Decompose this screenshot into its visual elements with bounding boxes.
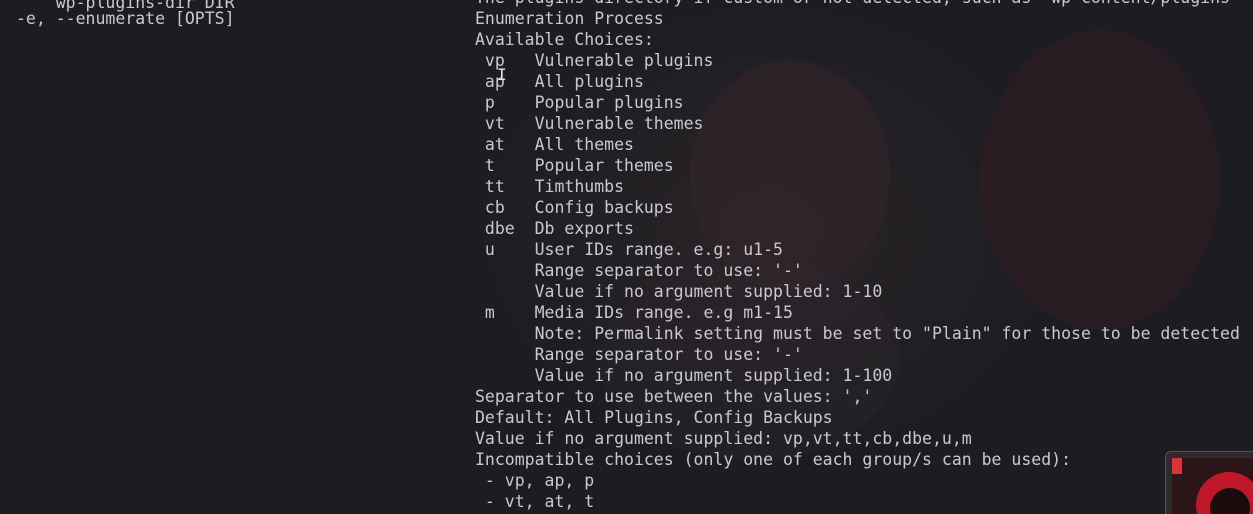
- option-description-line: The plugins directory if custom or not d…: [475, 0, 1240, 8]
- option-description-line: Enumeration Process: [475, 9, 664, 28]
- choice-line-at: at All themes: [475, 135, 634, 154]
- choice-detail-line: Range separator to use: '-': [475, 345, 803, 364]
- choice-detail-line: Note: Permalink setting must be set to "…: [475, 324, 1240, 343]
- choice-detail-line: Range separator to use: '-': [475, 261, 803, 280]
- choice-line-t: t Popular themes: [475, 156, 674, 175]
- thumbnail-accent: [1172, 458, 1182, 474]
- option-name-enumerate: -e, --enumerate [OPTS]: [16, 9, 235, 28]
- option-description-line: Default: All Plugins, Config Backups: [475, 408, 833, 427]
- option-description-line: Incompatible choices (only one of each g…: [475, 450, 1072, 469]
- app-thumbnail-icon[interactable]: [1165, 451, 1253, 514]
- option-description-line: Available Choices:: [475, 30, 654, 49]
- choice-line-p: p Popular plugins: [475, 93, 684, 112]
- choice-detail-line: Value if no argument supplied: 1-10: [475, 282, 883, 301]
- option-description-line: Value if no argument supplied: vp,vt,tt,…: [475, 429, 972, 448]
- option-description-line: Separator to use between the values: ',': [475, 387, 873, 406]
- choice-line-cb: cb Config backups: [475, 198, 674, 217]
- thumbnail-image: [1172, 458, 1253, 514]
- choice-line-vt: vt Vulnerable themes: [475, 114, 704, 133]
- text-cursor-icon: I: [497, 65, 507, 84]
- incompatible-group-line: - vp, ap, p: [475, 471, 595, 490]
- choice-detail-line: Value if no argument supplied: 1-100: [475, 366, 893, 385]
- choice-line-m: m Media IDs range. e.g m1-15: [475, 303, 793, 322]
- choice-line-vp: vp Vulnerable plugins: [475, 51, 714, 70]
- choice-line-dbe: dbe Db exports: [475, 219, 634, 238]
- wallpaper-shape: [980, 30, 1220, 330]
- terminal-window[interactable]: wp-plugins-dir DIR -e, --enumerate [OPTS…: [0, 0, 1253, 514]
- choice-line-tt: tt Timthumbs: [475, 177, 625, 196]
- choice-line-u: u User IDs range. e.g: u1-5: [475, 240, 783, 259]
- incompatible-group-line: - vt, at, t: [475, 492, 595, 511]
